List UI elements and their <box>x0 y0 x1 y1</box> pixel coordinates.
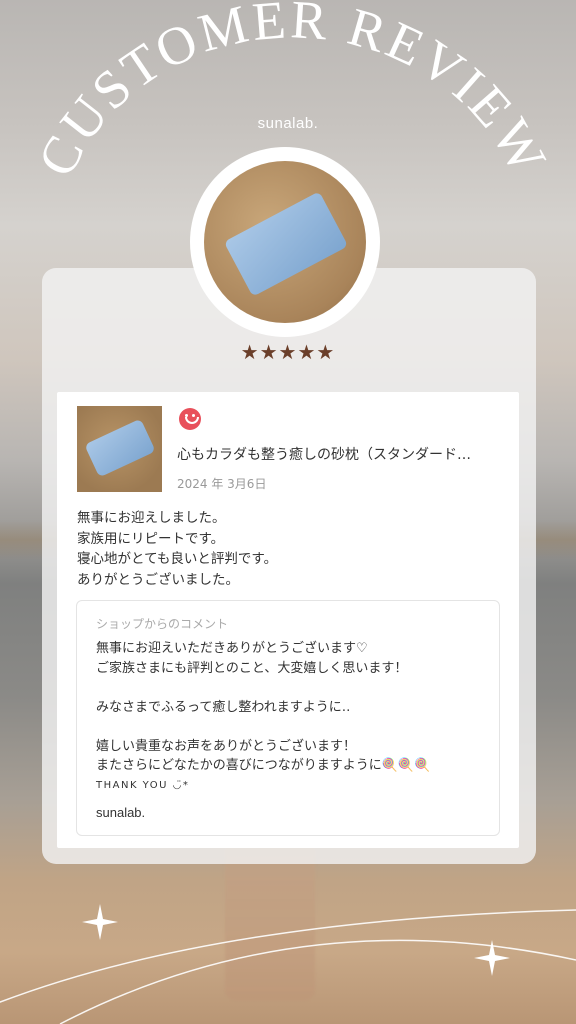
shop-signature: sunalab. <box>96 805 146 820</box>
comment-line: 無事にお迎えいただきありがとうございます♡ <box>96 641 368 656</box>
review-line: ありがとうございました。 <box>77 571 239 588</box>
thank-you-text: THANK YOU ◡̈* <box>96 779 190 791</box>
pillow-image <box>223 191 349 297</box>
product-name-link[interactable]: 心もカラダも整う癒しの砂枕（スタンダード… <box>177 444 502 464</box>
review-date: 2024 年 3月6日 <box>177 477 267 491</box>
comment-line: ご家族さまにも評判とのこと、大変嬉しく思います！ <box>96 660 408 676</box>
brand-name: sunalab. <box>257 115 319 132</box>
review-body: 無事にお迎えしました。 家族用にリピートです。 寝心地がとても良いと評判です。 … <box>77 508 277 590</box>
comment-line: 嬉しい貴重なお声をありがとうございます！ <box>96 738 357 754</box>
sparkle-icon <box>82 904 118 940</box>
review-line: 寝心地がとても良いと評判です。 <box>77 551 278 567</box>
product-thumbnail[interactable] <box>77 406 162 492</box>
shop-comment-text: 無事にお迎えいただきありがとうございます♡ ご家族さまにも評判とのこと、大変嬉し… <box>96 639 430 795</box>
comment-line <box>96 717 430 737</box>
pillow-image <box>84 418 156 478</box>
smile-icon <box>179 408 201 430</box>
comment-line: みなさまでふるって癒し整われますように‥ <box>96 699 351 715</box>
review-panel: 心もカラダも整う癒しの砂枕（スタンダード… 2024 年 3月6日 無事にお迎え… <box>57 392 519 848</box>
decorative-arcs <box>0 904 576 1024</box>
review-line: 無事にお迎えしました。 <box>77 510 226 526</box>
rating-stars: ★★★★★ <box>240 340 336 364</box>
shop-comment-label: ショップからのコメント <box>96 617 229 631</box>
sparkle-icon <box>474 940 510 976</box>
product-photo-frame <box>190 147 380 337</box>
product-photo <box>204 161 366 323</box>
comment-line: またさらにどなたかの喜びにつながりますように🍭🍭🍭 <box>96 758 431 773</box>
shop-comment-box: ショップからのコメント 無事にお迎えいただきありがとうございます♡ ご家族さまに… <box>76 600 500 836</box>
review-line: 家族用にリピートです。 <box>77 530 225 547</box>
comment-line <box>96 678 430 698</box>
